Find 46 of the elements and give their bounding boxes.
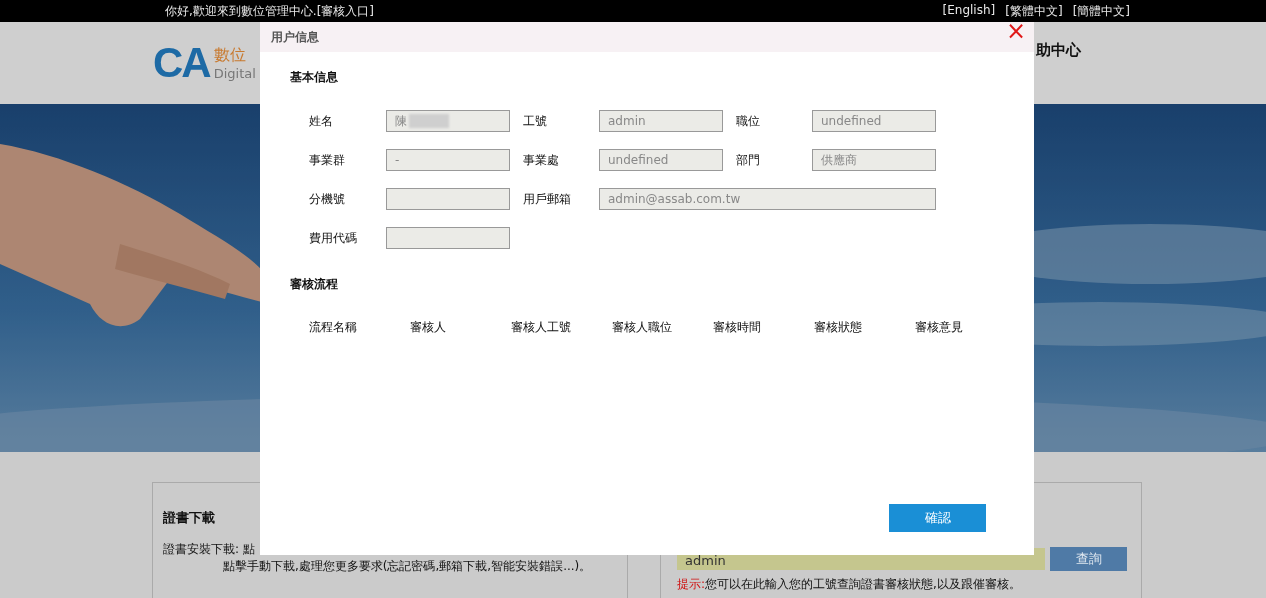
input-field[interactable]: admin@assab.com.tw: [599, 188, 936, 210]
input-field[interactable]: -: [386, 149, 510, 171]
field-label: 事業群: [308, 151, 346, 169]
input-field[interactable]: 供應商: [812, 149, 936, 171]
section-title: 基本信息: [290, 69, 339, 86]
download-text: 點擊手動下載,處理您更多要求(忘記密碼,郵箱下載,智能安裝錯誤...)。: [222, 558, 593, 575]
nav-link[interactable]: 助中心: [1036, 40, 1081, 60]
greeting-text: 你好,歡迎來到數位管理中心.: [165, 3, 317, 18]
field-label: 用戶郵箱: [522, 190, 572, 208]
column-header: 審核人職位: [612, 319, 673, 336]
section-title: 審核流程: [290, 276, 339, 293]
field-label: 事業處: [522, 151, 560, 169]
query-button[interactable]: 查詢: [1050, 547, 1127, 571]
confirm-button[interactable]: 確認: [889, 504, 986, 532]
field-label: 姓名: [308, 112, 334, 130]
field-label: 工號: [522, 112, 548, 130]
redaction-mark: [409, 114, 449, 128]
logo-subtitle: Digital: [213, 66, 256, 81]
column-header: 審核人工號: [511, 319, 572, 336]
review-link[interactable]: [審核入口]: [316, 3, 374, 18]
column-header: 審核人: [410, 319, 447, 336]
column-header: 審核意見: [915, 319, 964, 336]
input-field[interactable]: 陳: [386, 110, 510, 132]
input-field[interactable]: undefined: [812, 110, 936, 132]
language-link[interactable]: [繁體中文]: [1005, 2, 1063, 20]
field-label: 費用代碼: [308, 229, 358, 247]
field-label: 職位: [735, 112, 761, 130]
input-field[interactable]: admin: [599, 110, 723, 132]
field-label: 分機號: [308, 190, 346, 208]
field-label: 部門: [735, 151, 761, 169]
language-link[interactable]: [簡體中文]: [1072, 2, 1130, 20]
hint-label: 提示:: [677, 577, 706, 591]
dialog-title: 用户信息: [271, 28, 319, 46]
logo-title: 數位: [213, 45, 247, 66]
hint-text: 您可以在此輸入您的工號查詢證書審核狀態,以及跟催審核。: [705, 577, 1021, 591]
close-button[interactable]: ×: [1005, 19, 1026, 43]
input-field[interactable]: undefined: [599, 149, 723, 171]
logo-mark: CA: [153, 42, 210, 84]
download-text: 證書安裝下載: 點: [163, 541, 256, 558]
column-header: 審核狀態: [814, 319, 863, 336]
input-field[interactable]: [386, 188, 510, 210]
input-field[interactable]: [386, 227, 510, 249]
column-header: 流程名稱: [309, 319, 358, 336]
language-link[interactable]: [English]: [942, 2, 996, 20]
column-header: 審核時間: [713, 319, 762, 336]
card-title: 證書下載: [163, 509, 216, 527]
